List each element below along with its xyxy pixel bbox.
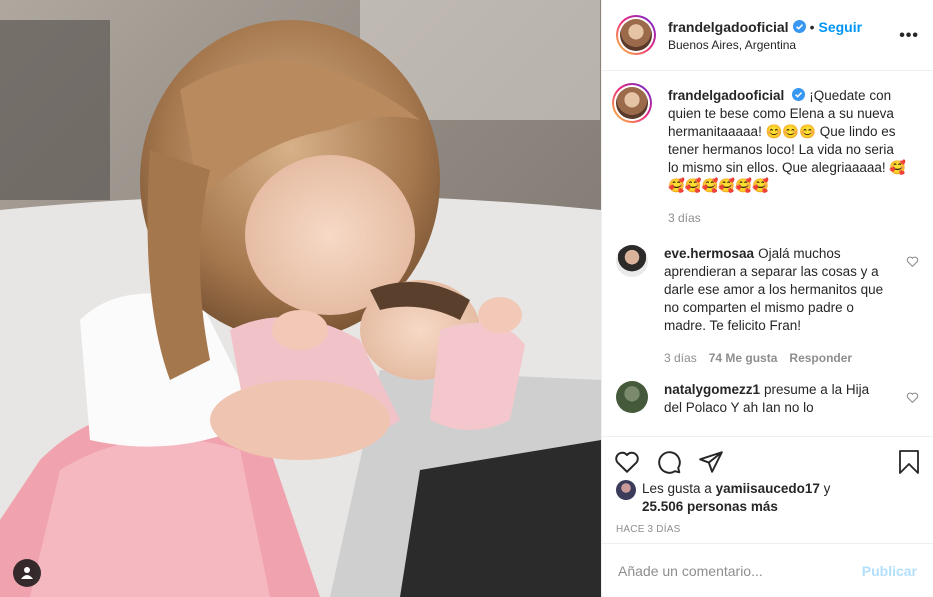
comment-bubble-icon[interactable] [656, 449, 682, 475]
commenter-avatar[interactable] [616, 381, 648, 413]
comment-item: eve.hermosaa Ojalá muchos aprendieran a s… [616, 245, 919, 367]
post-sidebar: frandelgadooficial • Seguir Buenos Aires… [601, 0, 933, 597]
photo-scene [0, 0, 601, 597]
more-options-icon[interactable]: ••• [899, 27, 919, 45]
publish-button[interactable]: Publicar [862, 563, 917, 579]
post-location[interactable]: Buenos Aires, Argentina [668, 38, 862, 52]
liker-username[interactable]: yamiisaucedo17 [716, 481, 820, 496]
share-send-icon[interactable] [698, 449, 724, 475]
commenter-avatar[interactable] [616, 245, 648, 277]
action-bar [602, 436, 933, 480]
comment-username[interactable]: eve.hermosaa [664, 246, 754, 261]
likes-connector: y [823, 481, 831, 496]
post-time-ago[interactable]: HACE 3 DÍAS [602, 524, 933, 535]
like-comment-heart-icon[interactable] [906, 255, 919, 268]
likes-count[interactable]: 25.506 personas más [642, 499, 778, 514]
caption-username[interactable]: frandelgadooficial [668, 88, 784, 103]
comment-likes[interactable]: 74 Me gusta [709, 349, 778, 367]
like-comment-heart-icon[interactable] [906, 391, 919, 404]
separator-dot: • [809, 18, 815, 35]
like-heart-icon[interactable] [614, 449, 640, 475]
comment-meta: 3 días 74 Me gusta Responder [664, 349, 889, 367]
instagram-post: frandelgadooficial • Seguir Buenos Aires… [0, 0, 933, 597]
likes-summary: Les gusta a yamiisaucedo17 y 25.506 pers… [602, 480, 933, 516]
verified-badge-icon [792, 20, 806, 33]
comment-input[interactable] [618, 562, 862, 579]
post-photo[interactable] [0, 0, 601, 597]
author-username[interactable]: frandelgadooficial [668, 19, 789, 35]
comments-section[interactable]: frandelgadooficial ¡Quedate con quien te … [602, 71, 933, 436]
tagged-user-button[interactable] [13, 559, 41, 587]
caption-avatar[interactable] [612, 83, 652, 123]
likes-prefix: Les gusta a [642, 481, 712, 496]
caption-meta: 3 días [668, 209, 908, 227]
follow-button[interactable]: Seguir [818, 19, 862, 35]
add-comment-bar: Publicar [602, 543, 933, 597]
caption-time[interactable]: 3 días [668, 209, 701, 227]
caption-text: ¡Quedate con quien te bese como Elena a … [668, 88, 907, 193]
post-caption: frandelgadooficial ¡Quedate con quien te … [612, 83, 919, 227]
author-avatar[interactable] [616, 15, 656, 55]
comment-item: natalygomezz1 presume a la Hija del Polac… [616, 381, 919, 417]
post-header: frandelgadooficial • Seguir Buenos Aires… [602, 0, 933, 71]
comment-time[interactable]: 3 días [664, 349, 697, 367]
reply-button[interactable]: Responder [789, 349, 852, 367]
comment-username[interactable]: natalygomezz1 [664, 382, 760, 397]
save-bookmark-icon[interactable] [897, 449, 921, 475]
verified-badge-icon [792, 88, 806, 101]
liker-avatar[interactable] [616, 480, 636, 500]
user-icon [21, 567, 33, 579]
